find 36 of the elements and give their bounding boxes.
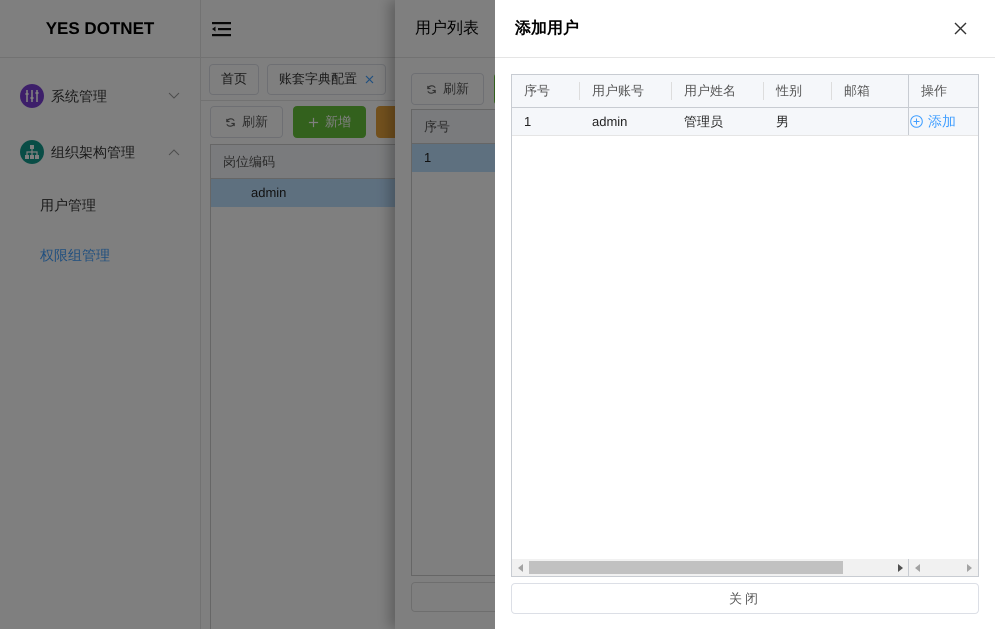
menu-fold-icon[interactable] [212,20,231,36]
page-tab[interactable]: 账套字典配置 [267,64,386,94]
close-icon[interactable] [954,22,967,35]
app-logo-text: YES DOTNET [46,18,154,40]
close-button[interactable]: 关闭 [511,583,979,614]
submenu-item[interactable]: 用户管理 [0,180,200,230]
column-header: 用户账号 [592,82,644,100]
scroll-left-icon[interactable] [518,564,523,572]
plus-circle-icon [910,115,923,128]
refresh-icon [426,84,437,94]
column-header: 性别 [776,82,802,100]
column-header: 序号 [524,82,550,100]
drawer-title: 添加用户 [515,18,579,38]
scrollbar-thumb[interactable] [529,561,843,574]
column-header: 岗位编码 [222,152,275,171]
scroll-left-icon[interactable] [915,564,920,572]
refresh-button[interactable]: 刷新 [210,106,283,138]
scroll-right-icon[interactable] [898,564,903,572]
column-header: 用户姓名 [684,82,736,100]
refresh-button[interactable]: 刷新 [411,73,484,105]
refresh-icon [225,116,236,128]
menu-item[interactable]: 组织架构管理 [0,124,200,180]
column-header: 操作 [921,82,947,100]
plus-icon [308,116,319,128]
table-cell: admin [592,114,628,129]
column-header: 序号 [423,118,450,136]
column-header: 邮箱 [844,82,870,100]
page-tab[interactable]: 首页 [209,64,259,94]
table-cell: 1 [524,114,532,129]
drawer-title: 用户列表 [415,18,479,38]
add-link[interactable]: 添加 [910,111,956,132]
org-chart-icon [20,140,44,164]
table-cell: 男 [776,114,789,129]
menu-item[interactable]: 系统管理 [0,68,200,124]
table-cell: 管理员 [684,114,723,129]
sliders-icon [20,84,44,108]
